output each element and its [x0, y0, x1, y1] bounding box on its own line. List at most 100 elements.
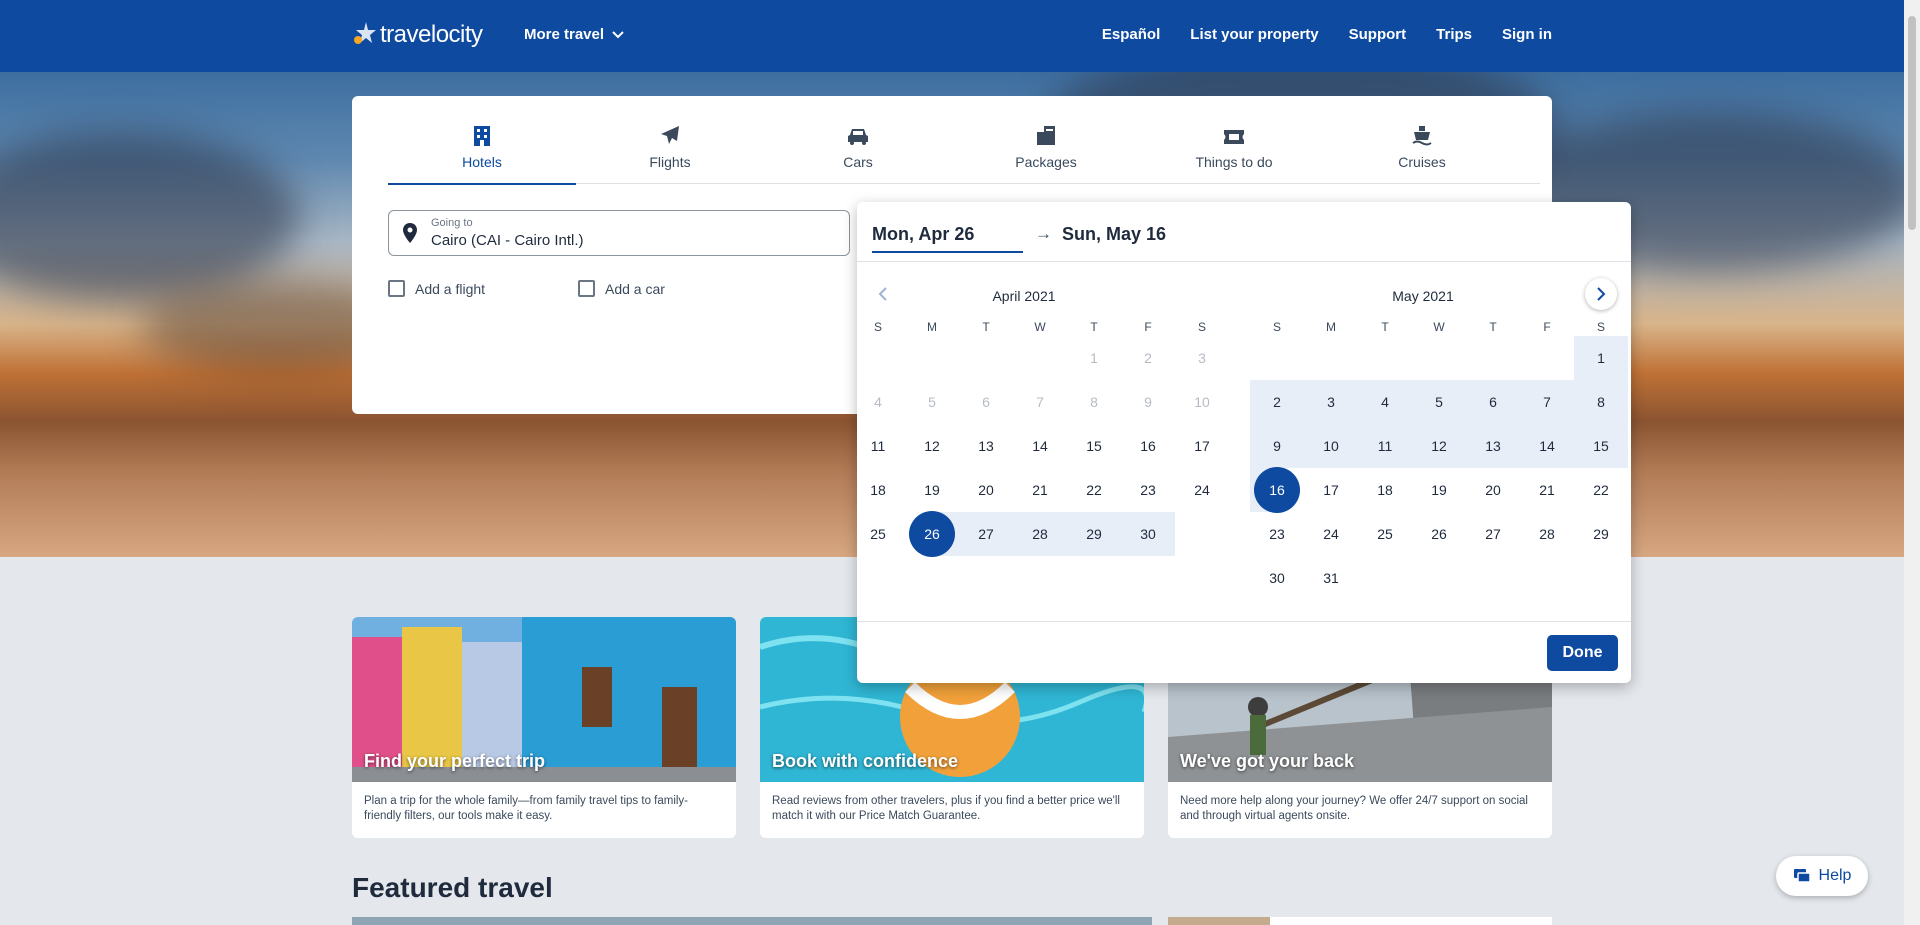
going-to-input[interactable]: Going to Cairo (CAI - Cairo Intl.): [388, 210, 850, 256]
calendar-day[interactable]: 2: [1250, 380, 1304, 424]
tab-flights-label: Flights: [649, 154, 691, 170]
month-title-april: April 2021: [992, 288, 1056, 304]
card-title: We've got your back: [1180, 751, 1354, 771]
weekday-label: F: [1543, 320, 1551, 334]
calendar-day[interactable]: 15: [1067, 424, 1121, 468]
chevron-left-icon: [878, 287, 887, 301]
date-picker-popup: Mon, Apr 26 → Sun, May 16 April 2021 May…: [857, 202, 1631, 683]
help-button[interactable]: Help: [1776, 856, 1868, 896]
calendar-day[interactable]: 30: [1121, 512, 1175, 556]
check-out-date[interactable]: Sun, May 16: [1062, 224, 1166, 245]
calendar-day[interactable]: 27: [959, 512, 1013, 556]
weekday-label: T: [1090, 320, 1098, 334]
add-flight-checkbox[interactable]: Add a flight: [388, 280, 485, 297]
selected-day[interactable]: 16: [1250, 467, 1304, 513]
calendar-day[interactable]: 25: [851, 512, 905, 556]
calendar-day[interactable]: 22: [1574, 468, 1628, 512]
calendar-day: 5: [928, 394, 936, 410]
weekday-label: F: [1144, 320, 1152, 334]
calendar-day[interactable]: 19: [905, 468, 959, 512]
calendar-day[interactable]: 21: [1013, 468, 1067, 512]
tab-cruises[interactable]: Cruises: [1328, 96, 1516, 184]
calendar-day[interactable]: 6: [1466, 380, 1520, 424]
check-in-date[interactable]: Mon, Apr 26: [872, 224, 1023, 253]
calendar-day[interactable]: 12: [905, 424, 959, 468]
calendar-day[interactable]: 13: [959, 424, 1013, 468]
checkbox-icon: [578, 280, 595, 297]
calendar-day[interactable]: 24: [1304, 512, 1358, 556]
going-to-label: Going to: [431, 217, 473, 229]
calendar-day[interactable]: 24: [1175, 468, 1229, 512]
calendar-day[interactable]: 23: [1121, 468, 1175, 512]
calendar-day[interactable]: 15: [1574, 424, 1628, 468]
calendar-day[interactable]: 1: [1574, 336, 1628, 380]
calendar-day[interactable]: 18: [1358, 468, 1412, 512]
calendar-day[interactable]: 18: [851, 468, 905, 512]
tab-hotels[interactable]: Hotels: [388, 96, 576, 185]
month-title-may: May 2021: [1392, 288, 1454, 304]
calendar-day[interactable]: 5: [1412, 380, 1466, 424]
calendar-day[interactable]: 30: [1250, 556, 1304, 600]
calendar-day[interactable]: 11: [1358, 424, 1412, 468]
tab-things-to-do[interactable]: Things to do: [1140, 96, 1328, 184]
calendar-day[interactable]: 28: [1520, 512, 1574, 556]
tab-cars[interactable]: Cars: [764, 96, 952, 184]
calendar-day[interactable]: 10: [1304, 424, 1358, 468]
weekday-label: T: [1381, 320, 1389, 334]
support-link[interactable]: Support: [1349, 26, 1407, 43]
calendar-day[interactable]: 8: [1574, 380, 1628, 424]
card-description: Read reviews from other travelers, plus …: [772, 795, 1120, 822]
sign-in-link[interactable]: Sign in: [1502, 26, 1552, 43]
calendar-day[interactable]: 7: [1520, 380, 1574, 424]
calendar-day[interactable]: 3: [1304, 380, 1358, 424]
more-travel-menu[interactable]: More travel: [524, 26, 624, 43]
calendar-day[interactable]: 16: [1121, 424, 1175, 468]
travelocity-logo[interactable]: travelocity: [352, 20, 483, 50]
calendar-day[interactable]: 22: [1067, 468, 1121, 512]
calendar-day[interactable]: 20: [959, 468, 1013, 512]
calendar-day[interactable]: 13: [1466, 424, 1520, 468]
language-link[interactable]: Español: [1102, 26, 1160, 43]
calendar-day[interactable]: 12: [1412, 424, 1466, 468]
weekday-label: W: [1034, 320, 1046, 334]
calendar-day: 10: [1194, 394, 1210, 410]
tab-packages-label: Packages: [1015, 154, 1077, 170]
calendar-day[interactable]: 9: [1250, 424, 1304, 468]
add-car-label: Add a car: [605, 280, 665, 297]
weekday-label: M: [1326, 320, 1336, 334]
page-scrollbar[interactable]: [1904, 0, 1920, 925]
calendar-day[interactable]: 23: [1250, 512, 1304, 556]
tab-packages[interactable]: Packages: [952, 96, 1140, 184]
calendar-day[interactable]: 26: [1412, 512, 1466, 556]
calendar-day[interactable]: 29: [1574, 512, 1628, 556]
calendar-day[interactable]: 11: [851, 424, 905, 468]
calendar-day[interactable]: 29: [1067, 512, 1121, 556]
going-to-value: Cairo (CAI - Cairo Intl.): [431, 232, 584, 249]
calendar-day[interactable]: 31: [1304, 556, 1358, 600]
tab-flights[interactable]: Flights: [576, 96, 764, 184]
calendar-day[interactable]: 28: [1013, 512, 1067, 556]
weekday-label: W: [1433, 320, 1445, 334]
done-button[interactable]: Done: [1547, 635, 1618, 671]
card-find-trip[interactable]: Find your perfect trip Plan a trip for t…: [352, 617, 736, 838]
calendar-day[interactable]: 20: [1466, 468, 1520, 512]
calendar-day[interactable]: 17: [1175, 424, 1229, 468]
scrollbar-thumb[interactable]: [1908, 16, 1916, 230]
next-month-button[interactable]: [1585, 278, 1617, 310]
calendar-day[interactable]: 19: [1412, 468, 1466, 512]
list-property-link[interactable]: List your property: [1190, 26, 1318, 43]
calendar-day[interactable]: 4: [1358, 380, 1412, 424]
trips-link[interactable]: Trips: [1436, 26, 1472, 43]
calendar-day[interactable]: 27: [1466, 512, 1520, 556]
calendar-day[interactable]: 14: [1013, 424, 1067, 468]
calendar-day[interactable]: 21: [1520, 468, 1574, 512]
more-travel-label: More travel: [524, 26, 605, 43]
calendar-day: 9: [1144, 394, 1152, 410]
calendar-day[interactable]: 14: [1520, 424, 1574, 468]
calendar-day[interactable]: 25: [1358, 512, 1412, 556]
add-car-checkbox[interactable]: Add a car: [578, 280, 665, 297]
selected-day[interactable]: 26: [905, 511, 959, 557]
map-pin-icon: [403, 223, 417, 243]
calendar-day[interactable]: 17: [1304, 468, 1358, 512]
previous-month-button[interactable]: [867, 278, 899, 310]
